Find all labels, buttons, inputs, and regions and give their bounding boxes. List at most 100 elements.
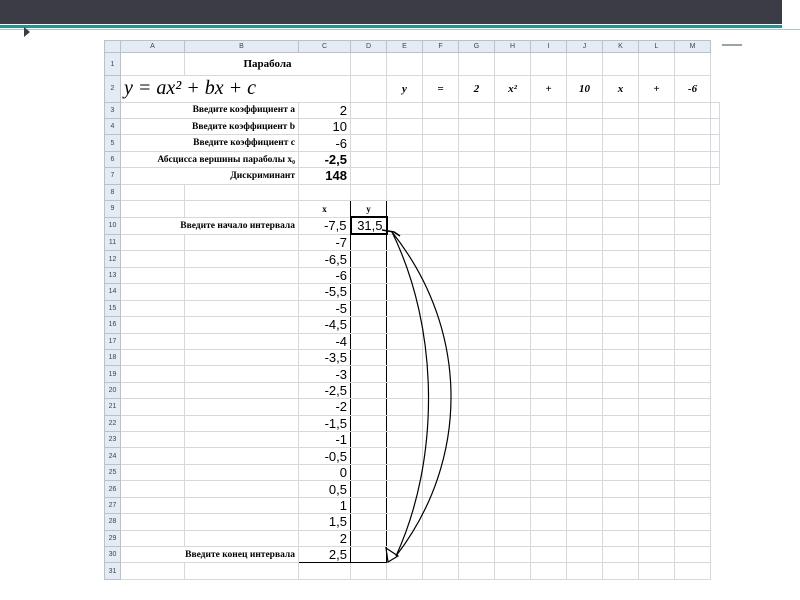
- x-value-cell[interactable]: 2: [298, 529, 351, 548]
- equation-equals[interactable]: =: [422, 74, 459, 103]
- x-column-header[interactable]: x: [298, 200, 351, 218]
- y-value-cell[interactable]: [350, 463, 387, 482]
- x-value-cell[interactable]: -6: [298, 266, 351, 285]
- y-value-cell[interactable]: [350, 299, 387, 318]
- row-header[interactable]: 18: [104, 348, 121, 367]
- y-value-cell-target[interactable]: [350, 545, 387, 564]
- param-label-a[interactable]: Введите коэффициент a: [120, 101, 299, 120]
- y-value-cell[interactable]: [350, 496, 387, 515]
- x-value-cell[interactable]: -4,5: [298, 316, 351, 334]
- x-value-cell[interactable]: -5: [298, 299, 351, 318]
- y-value-cell[interactable]: [350, 381, 387, 400]
- row-header[interactable]: 11: [104, 233, 121, 252]
- row-header[interactable]: 14: [104, 283, 121, 301]
- x-value-cell[interactable]: -2,5: [298, 381, 351, 400]
- param-label-c[interactable]: Введите коэффициент c: [120, 134, 299, 152]
- x-value-cell[interactable]: 1: [298, 496, 351, 515]
- y-value-cell[interactable]: [350, 348, 387, 367]
- row-header[interactable]: 29: [104, 529, 121, 548]
- x-value-cell[interactable]: -2: [298, 398, 351, 416]
- equation-plus-2[interactable]: +: [638, 74, 675, 103]
- row-header[interactable]: 28: [104, 513, 121, 531]
- row-header[interactable]: 7: [104, 167, 121, 185]
- x-value-cell[interactable]: -3,5: [298, 348, 351, 367]
- row-header[interactable]: 16: [104, 316, 121, 334]
- row-header[interactable]: 13: [104, 266, 121, 285]
- equation-y[interactable]: y: [386, 74, 423, 103]
- y-value-cell[interactable]: [350, 398, 387, 416]
- vertex-label[interactable]: Абсцисса вершины параболы x₀: [120, 150, 299, 169]
- row-header[interactable]: 2: [104, 74, 121, 103]
- column-header[interactable]: L: [638, 39, 675, 54]
- param-value-c[interactable]: -6: [298, 134, 351, 152]
- x-value-cell[interactable]: 0,5: [298, 480, 351, 498]
- column-header[interactable]: K: [602, 39, 639, 54]
- row-header[interactable]: 4: [104, 117, 121, 136]
- y-value-cell[interactable]: [350, 332, 387, 350]
- vertex-value[interactable]: -2,5: [298, 150, 351, 169]
- interval-end-label[interactable]: Введите конец интервала: [120, 545, 299, 564]
- y-value-cell[interactable]: [350, 283, 387, 301]
- x-value-cell[interactable]: -3: [298, 365, 351, 383]
- discriminant-label[interactable]: Дискриминант: [120, 167, 299, 185]
- y-value-cell[interactable]: [350, 431, 387, 449]
- row-header[interactable]: 20: [104, 381, 121, 400]
- x-value-cell[interactable]: -1: [298, 431, 351, 449]
- equation-a[interactable]: 2: [458, 74, 495, 103]
- row-header[interactable]: 6: [104, 150, 121, 169]
- column-header[interactable]: D: [350, 39, 387, 54]
- x-value-cell[interactable]: 2,5: [298, 545, 351, 564]
- equation-x2[interactable]: x²: [494, 74, 531, 103]
- param-value-b[interactable]: 10: [298, 117, 351, 136]
- row-header[interactable]: 23: [104, 431, 121, 449]
- column-header[interactable]: I: [530, 39, 567, 54]
- x-value-cell[interactable]: -0,5: [298, 447, 351, 465]
- y-value-cell[interactable]: [350, 233, 387, 252]
- y-value-cell[interactable]: [350, 414, 387, 433]
- row-header[interactable]: 9: [104, 200, 121, 218]
- y-value-cell[interactable]: [350, 365, 387, 383]
- column-header[interactable]: J: [566, 39, 603, 54]
- row-header[interactable]: 17: [104, 332, 121, 350]
- y-column-header[interactable]: y: [350, 200, 387, 218]
- y-value-cell[interactable]: [350, 447, 387, 465]
- row-header[interactable]: 21: [104, 398, 121, 416]
- row-header[interactable]: 12: [104, 250, 121, 268]
- formula-cell[interactable]: y = ax² + bx + c: [120, 74, 351, 103]
- column-header[interactable]: F: [422, 39, 459, 54]
- y-value-cell[interactable]: [350, 480, 387, 498]
- y-value-cell[interactable]: [350, 513, 387, 531]
- y-value-cell[interactable]: [350, 250, 387, 268]
- select-all-corner[interactable]: [104, 39, 121, 54]
- y-value-cell-selected[interactable]: 31,5: [349, 216, 388, 236]
- equation-x[interactable]: x: [602, 74, 639, 103]
- y-value-cell[interactable]: [350, 316, 387, 334]
- y-value-cell[interactable]: [350, 529, 387, 548]
- row-header[interactable]: 25: [104, 463, 121, 482]
- x-value-cell[interactable]: -4: [298, 332, 351, 350]
- row-header[interactable]: 5: [104, 134, 121, 152]
- equation-c[interactable]: -6: [674, 74, 711, 103]
- row-header[interactable]: 30: [104, 545, 121, 564]
- interval-start-label[interactable]: Введите начало интервала: [120, 216, 299, 235]
- row-header[interactable]: 22: [104, 414, 121, 433]
- equation-b[interactable]: 10: [566, 74, 603, 103]
- row-header[interactable]: 3: [104, 101, 121, 120]
- column-header[interactable]: E: [386, 39, 423, 54]
- x-value-cell[interactable]: 1,5: [298, 513, 351, 531]
- row-header[interactable]: 1: [104, 52, 121, 76]
- x-value-cell[interactable]: -7: [298, 233, 351, 252]
- row-header[interactable]: 26: [104, 480, 121, 498]
- column-header[interactable]: A: [120, 39, 185, 54]
- row-header[interactable]: 8: [104, 183, 121, 202]
- param-value-a[interactable]: 2: [298, 101, 351, 120]
- param-label-b[interactable]: Введите коэффициент b: [120, 117, 299, 136]
- column-header[interactable]: C: [298, 39, 351, 54]
- column-header[interactable]: B: [184, 39, 299, 54]
- row-header[interactable]: 15: [104, 299, 121, 318]
- equation-plus-1[interactable]: +: [530, 74, 567, 103]
- x-value-cell[interactable]: 0: [298, 463, 351, 482]
- row-header[interactable]: 27: [104, 496, 121, 515]
- row-header[interactable]: 10: [104, 216, 121, 235]
- column-header[interactable]: M: [674, 39, 711, 54]
